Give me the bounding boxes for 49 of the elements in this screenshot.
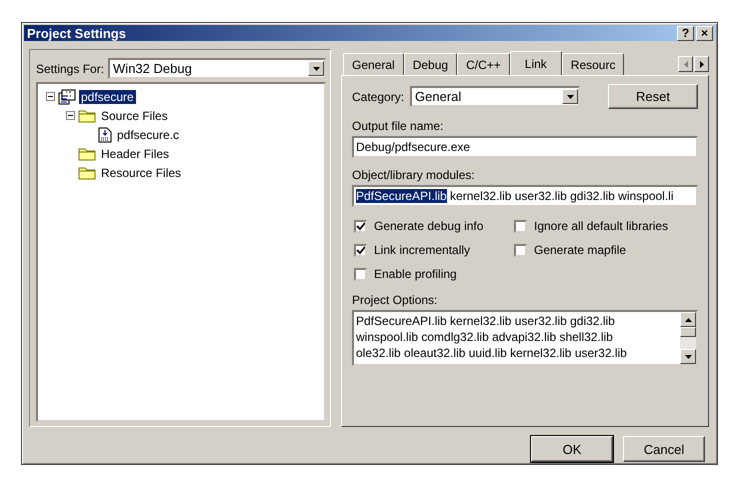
tab[interactable]: General: [343, 53, 404, 75]
folder-icon: [78, 108, 96, 123]
settings-for-label: Settings For:: [36, 62, 104, 76]
tab[interactable]: Link: [510, 51, 562, 75]
category-label: Category:: [352, 90, 404, 104]
scroll-right-button[interactable]: [694, 56, 709, 72]
project-icon: [58, 88, 76, 104]
tab[interactable]: Debug: [404, 53, 458, 75]
project-options-label: Project Options:: [352, 293, 438, 307]
tree-item[interactable]: Source Files: [99, 108, 170, 122]
down-arrow-icon: [684, 354, 692, 358]
scrollbar[interactable]: [680, 312, 696, 364]
checkbox[interactable]: [514, 220, 527, 232]
checkbox[interactable]: [354, 244, 367, 256]
checkbox-label: Link incrementally: [374, 243, 470, 257]
checkbox-label: Enable profiling: [374, 267, 457, 281]
right-arrow-icon: [700, 60, 704, 68]
scroll-left-button[interactable]: [678, 56, 693, 72]
help-button[interactable]: ?: [677, 26, 694, 40]
modules-field[interactable]: PdfSecureAPI.lib kernel32.lib user32.lib gdi32.lib winspool.li: [352, 185, 698, 207]
project-options-field[interactable]: PdfSecureAPI.lib kernel32.lib user32.lib gdi32.lib winspool.lib comdlg32.lib advapi32.lib shell32.lib ole32.lib oleaut32.lib uuid.lib kernel32.lib user32.lib: [352, 310, 698, 366]
category-dropdown[interactable]: General: [410, 86, 580, 107]
ok-button[interactable]: OK: [531, 436, 613, 462]
tree-item[interactable]: pdfsecure.c: [115, 128, 182, 142]
tree-item[interactable]: Header Files: [99, 146, 172, 160]
checkbox[interactable]: [354, 220, 367, 232]
checkbox[interactable]: [514, 244, 527, 256]
collapse-icon[interactable]: [66, 111, 75, 120]
checkbox-label: Generate mapfile: [534, 243, 626, 257]
reset-button[interactable]: Reset: [608, 84, 698, 109]
window-title: Project Settings: [27, 26, 127, 40]
tree-item[interactable]: pdfsecure: [79, 90, 136, 104]
folder-icon: [78, 146, 96, 161]
tab[interactable]: Resourc: [562, 53, 624, 75]
modules-label: Object/library modules:: [352, 168, 476, 182]
settings-for-dropdown[interactable]: Win32 Debug: [108, 58, 326, 79]
collapse-icon[interactable]: [46, 92, 55, 101]
output-file-field[interactable]: Debug/pdfsecure.exe: [352, 136, 698, 158]
source-file-icon: [98, 126, 112, 142]
checkbox[interactable]: [354, 268, 367, 280]
checkbox-label: Generate debug info: [374, 219, 484, 233]
checkbox-label: Ignore all default libraries: [534, 219, 668, 233]
folder-icon: [78, 165, 96, 180]
cancel-button[interactable]: Cancel: [623, 436, 705, 462]
tree-item[interactable]: Resource Files: [99, 166, 184, 180]
close-button[interactable]: ×: [696, 26, 713, 40]
output-file-label: Output file name:: [352, 119, 444, 133]
up-arrow-icon: [684, 318, 692, 322]
left-arrow-icon: [684, 60, 688, 68]
